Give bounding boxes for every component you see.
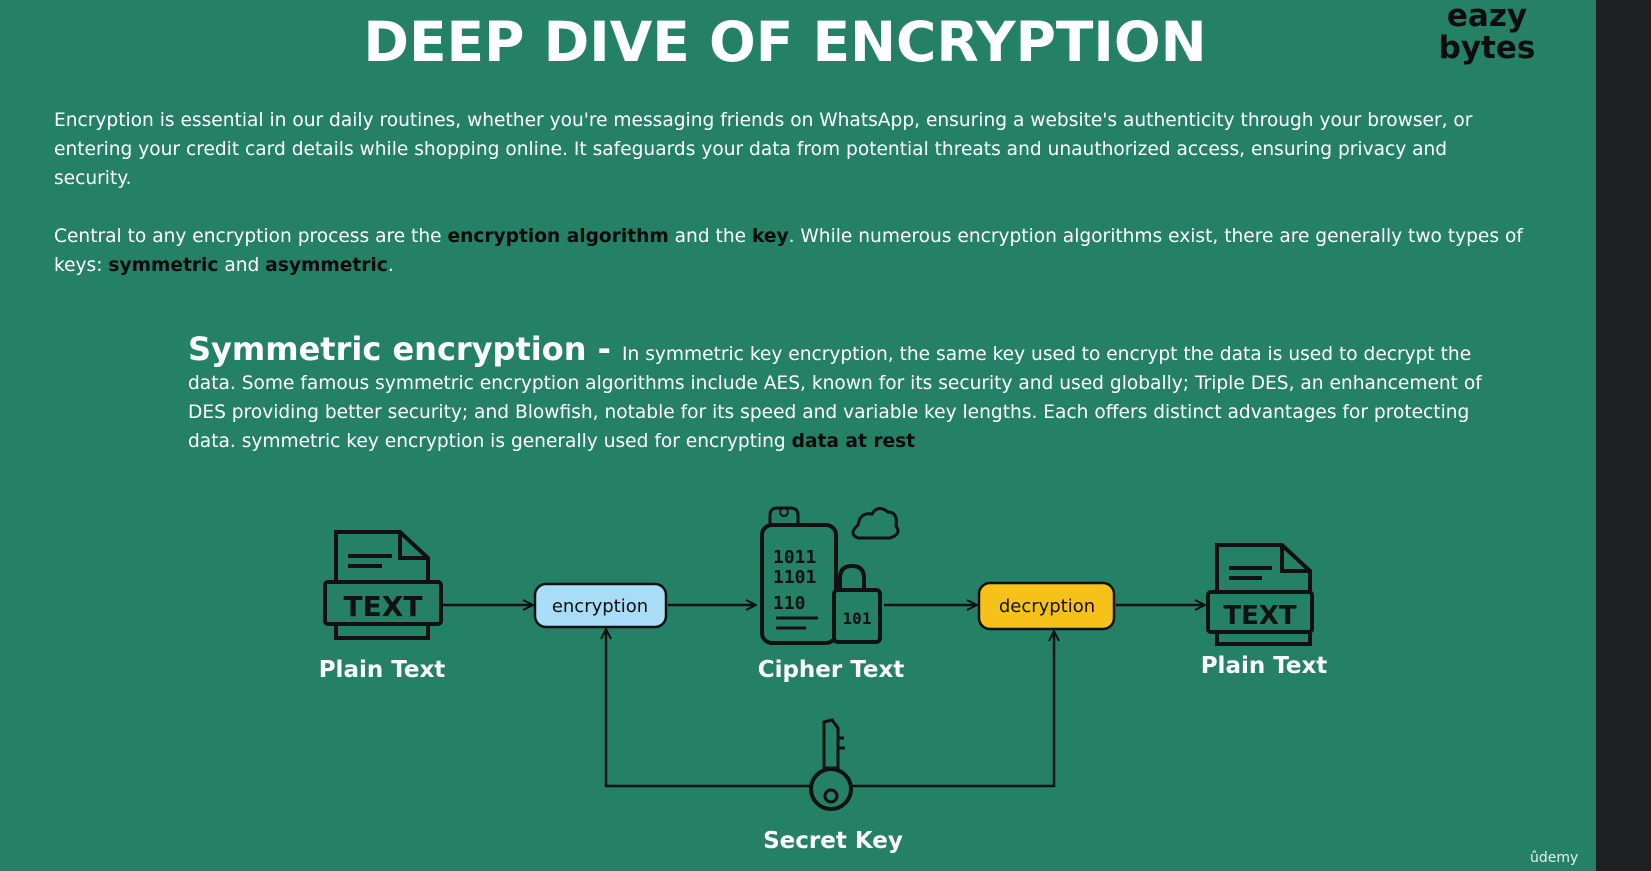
plain-text-document-icon-right: TEXT xyxy=(1206,543,1314,646)
cipher-text-label: Cipher Text xyxy=(758,657,905,683)
key-line-to-decryption xyxy=(852,632,1054,788)
secret-key-icon xyxy=(809,718,853,811)
encryption-label: encryption xyxy=(552,596,648,617)
secret-key-label: Secret Key xyxy=(763,828,903,854)
cipher-text-icon: 1011 1101 110 101 xyxy=(760,506,900,645)
symmetric-encryption-diagram: TEXT Plain Text encryption 1011 1101 110… xyxy=(319,506,1328,854)
doc-word-left: TEXT xyxy=(344,590,423,623)
cipher-digits-2: 1101 xyxy=(773,567,816,588)
cipher-digits-3: 110 xyxy=(773,593,806,614)
cipher-digits-1: 1011 xyxy=(773,547,816,568)
cipher-digits-4: 101 xyxy=(843,609,872,628)
plain-text-right-label: Plain Text xyxy=(1201,653,1328,679)
decryption-label: decryption xyxy=(999,596,1095,617)
udemy-watermark: ûdemy xyxy=(1530,850,1579,866)
player-side-bar xyxy=(1596,0,1651,871)
key-line-to-encryption xyxy=(606,630,810,788)
slide: DEEP DIVE OF ENCRYPTION eazy bytes Encry… xyxy=(0,0,1596,871)
plain-text-document-icon: TEXT xyxy=(323,530,443,640)
doc-word-right: TEXT xyxy=(1223,601,1297,631)
plain-text-left-label: Plain Text xyxy=(319,657,446,683)
